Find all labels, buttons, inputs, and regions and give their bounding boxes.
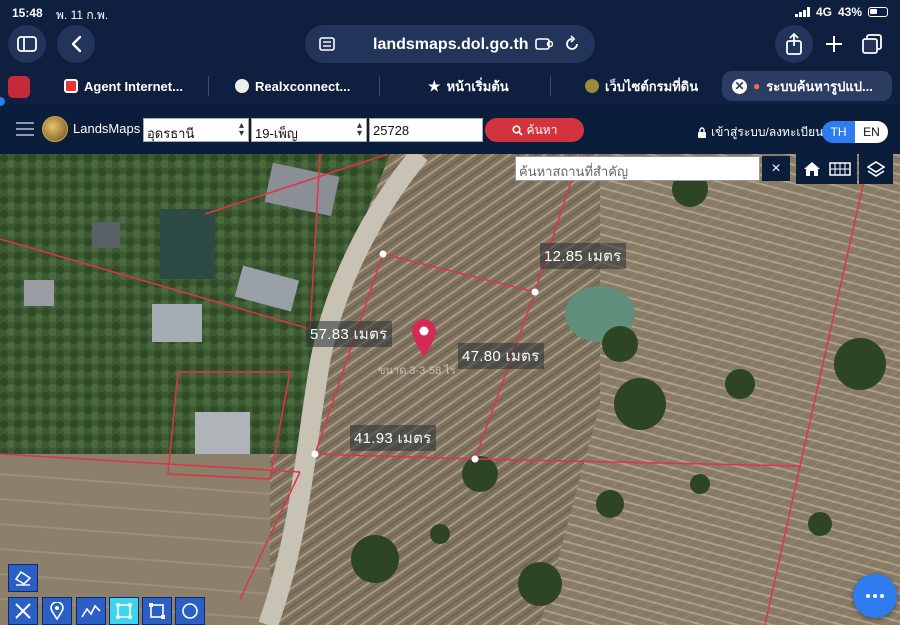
star-icon: ★ bbox=[428, 77, 441, 94]
polyline-tool-button[interactable] bbox=[76, 597, 106, 625]
tab-label: ระบบค้นหารูปแป... bbox=[766, 78, 873, 94]
share-button[interactable] bbox=[775, 25, 813, 63]
app-name: LandsMaps bbox=[73, 121, 141, 136]
login-label: เข้าสู่ระบบ/ลงทะเบียน bbox=[711, 125, 824, 139]
measure-right-edge: 47.80 เมตร bbox=[458, 343, 544, 369]
circle-tool-button[interactable] bbox=[175, 597, 205, 625]
share-icon bbox=[786, 33, 802, 55]
clear-search-button[interactable]: × bbox=[762, 156, 790, 181]
status-time: 15:48 bbox=[12, 6, 43, 20]
tab-realxconnect[interactable]: Realxconnect... bbox=[225, 70, 377, 102]
parcel-label: ขนาด 3-3-58 ไร่ bbox=[378, 365, 456, 377]
polygon-icon bbox=[116, 603, 132, 619]
province-value: อุดรธานี bbox=[147, 126, 195, 141]
dol-favicon-icon bbox=[585, 79, 599, 93]
select-caret-icon: ▴ ▾ bbox=[356, 120, 362, 139]
place-search-input[interactable]: ค้นหาสถานที่สำคัญ bbox=[515, 156, 760, 181]
layers-icon bbox=[867, 161, 885, 177]
tab-parcel-search[interactable]: ✕ ● ระบบค้นหารูปแป... bbox=[722, 71, 892, 101]
battery-icon bbox=[868, 7, 888, 17]
circle-icon bbox=[182, 603, 198, 619]
select-caret-icon: ▴ ▾ bbox=[238, 120, 244, 139]
lock-icon bbox=[698, 126, 706, 138]
province-select[interactable]: อุดรธานี ▴ ▾ bbox=[143, 118, 249, 142]
status-bar: 15:48 พ. 11 ก.พ. 4G 43% bbox=[0, 0, 900, 24]
chevron-left-icon bbox=[71, 35, 82, 53]
polygon-tool-button[interactable] bbox=[109, 597, 139, 625]
tab-divider bbox=[379, 76, 380, 96]
login-link[interactable]: เข้าสู่ระบบ/ลงทะเบียน bbox=[697, 123, 823, 142]
marker-tool-button[interactable] bbox=[42, 597, 72, 625]
reader-icon bbox=[319, 37, 335, 51]
polyline-icon bbox=[81, 604, 101, 618]
tab-divider bbox=[550, 76, 551, 96]
satellite-imagery bbox=[0, 154, 900, 625]
measure-line-tool-button[interactable] bbox=[8, 597, 38, 625]
rectangle-tool-button[interactable] bbox=[142, 597, 172, 625]
new-tab-button[interactable] bbox=[815, 25, 853, 63]
landsmaps-logo bbox=[42, 116, 68, 142]
dot-icon bbox=[866, 594, 870, 598]
tab-label: หน้าเริ่มต้น bbox=[446, 78, 509, 94]
sidebar-icon bbox=[17, 36, 37, 52]
parcel-number-value: 25728 bbox=[373, 123, 410, 138]
search-button[interactable]: ค้นหา bbox=[485, 118, 584, 142]
grid-button[interactable] bbox=[823, 154, 857, 184]
tabs-icon bbox=[862, 34, 882, 54]
tab-overview-button[interactable] bbox=[853, 25, 891, 63]
agent-favicon-icon bbox=[64, 79, 78, 93]
browser-chrome: 15:48 พ. 11 ก.พ. 4G 43% landsmaps.dol.go… bbox=[0, 0, 900, 104]
translate-icon[interactable] bbox=[535, 36, 553, 52]
realx-favicon-icon bbox=[235, 79, 249, 93]
lang-en-button[interactable]: EN bbox=[855, 121, 888, 143]
search-icon bbox=[511, 124, 523, 136]
lang-th-button[interactable]: TH bbox=[822, 121, 855, 143]
url-text: landsmaps.dol.go.th bbox=[373, 36, 529, 53]
dot-icon bbox=[873, 594, 877, 598]
grid-icon bbox=[829, 162, 851, 176]
network-type: 4G bbox=[815, 5, 832, 19]
landsmaps-toolbar: LandsMaps อุดรธานี ▴ ▾ 19-เพ็ญ ▴ ▾ 25728 ค… bbox=[0, 104, 900, 154]
layers-button[interactable] bbox=[859, 154, 893, 184]
tab-group-icon[interactable] bbox=[8, 76, 30, 98]
rectangle-icon bbox=[149, 603, 165, 619]
signal-icon bbox=[794, 7, 810, 17]
back-button[interactable] bbox=[57, 25, 95, 63]
address-bar[interactable]: landsmaps.dol.go.th bbox=[305, 25, 595, 63]
menu-icon[interactable] bbox=[16, 122, 34, 136]
measure-line-icon bbox=[15, 603, 31, 619]
eraser-tool-button[interactable] bbox=[8, 564, 38, 592]
tab-home[interactable]: ★ หน้าเริ่มต้น bbox=[418, 70, 548, 102]
marker-icon bbox=[50, 602, 64, 620]
tab-label: Agent Internet... bbox=[84, 78, 183, 94]
map-view[interactable]: ขนาด 3-3-58 ไร่ 57.83 เมตร 12.85 เมตร 47… bbox=[0, 154, 900, 625]
district-select[interactable]: 19-เพ็ญ ▴ ▾ bbox=[251, 118, 367, 142]
eraser-icon bbox=[14, 570, 32, 586]
reload-icon[interactable] bbox=[563, 35, 581, 53]
map-pin-favicon-icon: ● bbox=[753, 79, 761, 93]
status-indicators: 4G 43% bbox=[794, 5, 888, 19]
battery-percent: 43% bbox=[837, 5, 862, 19]
tab-label: เว็บไซต์กรมที่ดิน bbox=[605, 78, 699, 94]
home-icon bbox=[804, 162, 820, 176]
tab-strip: Agent Internet... Realxconnect... ★ หน้า… bbox=[0, 70, 900, 102]
tab-divider bbox=[208, 76, 209, 96]
tab-dol-website[interactable]: เว็บไซต์กรมที่ดิน bbox=[575, 70, 720, 102]
district-value: 19-เพ็ญ bbox=[255, 126, 298, 141]
tab-agent-internet[interactable]: Agent Internet... bbox=[54, 70, 206, 102]
plus-icon bbox=[826, 36, 842, 52]
measure-left-edge: 57.83 เมตร bbox=[306, 321, 392, 347]
measure-bottom-edge: 41.93 เมตร bbox=[350, 425, 436, 451]
search-label: ค้นหา bbox=[526, 122, 558, 137]
dot-icon bbox=[880, 594, 884, 598]
parcel-number-input[interactable]: 25728 bbox=[369, 118, 483, 142]
tab-label: Realxconnect... bbox=[255, 78, 351, 94]
close-tab-icon[interactable]: ✕ bbox=[732, 78, 747, 94]
measure-top-edge: 12.85 เมตร bbox=[540, 243, 626, 269]
more-options-button[interactable] bbox=[853, 574, 897, 618]
sidebar-toggle-button[interactable] bbox=[8, 25, 46, 63]
status-date: พ. 11 ก.พ. bbox=[56, 8, 109, 22]
